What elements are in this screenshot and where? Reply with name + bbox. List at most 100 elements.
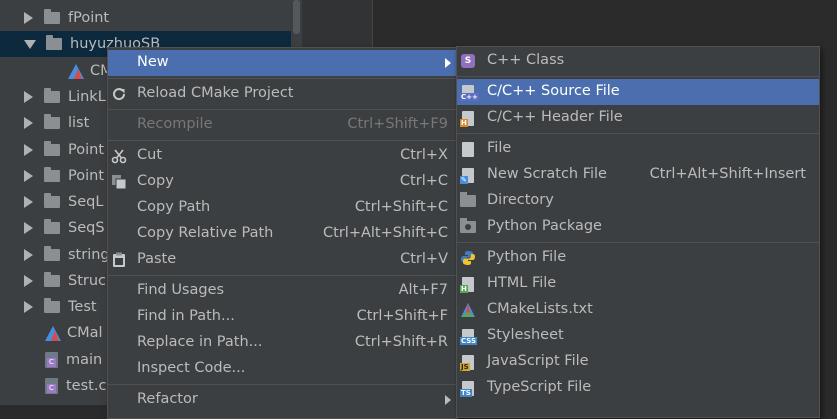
folder-icon xyxy=(44,298,60,313)
collapsed-arrow-icon[interactable] xyxy=(24,249,33,261)
submenu-item-javascript-file[interactable]: JS JavaScript File xyxy=(457,349,819,375)
submenu-item-cpp-class[interactable]: S C++ Class xyxy=(457,48,819,74)
tree-item-label: LinkL xyxy=(68,89,106,105)
cmake-icon xyxy=(68,63,84,79)
cpp-source-icon: C++ xyxy=(460,84,479,101)
python-icon xyxy=(460,250,476,266)
scratch-file-icon: ✎ xyxy=(460,167,476,184)
menu-item-label: Copy Path xyxy=(137,199,211,215)
collapsed-arrow-icon[interactable] xyxy=(24,91,33,103)
submenu-arrow-icon xyxy=(445,58,451,68)
menu-item-shortcut: Ctrl+V xyxy=(400,251,448,267)
collapsed-arrow-icon[interactable] xyxy=(24,12,33,24)
menu-item-copy-path[interactable]: Copy Path Ctrl+Shift+C xyxy=(108,195,457,221)
menu-item-label: New xyxy=(137,54,169,70)
folder-icon xyxy=(44,88,60,103)
menu-separator xyxy=(457,133,819,134)
menu-item-label: JavaScript File xyxy=(487,353,589,369)
folder-icon xyxy=(44,114,60,129)
tree-item-label: Struc xyxy=(68,273,107,289)
tree-item[interactable]: fPoint xyxy=(0,5,291,31)
tree-item-label: list xyxy=(68,115,90,131)
menu-item-label: HTML File xyxy=(487,275,557,291)
submenu-item-html-file[interactable]: H HTML File xyxy=(457,271,819,297)
directory-icon xyxy=(460,192,476,209)
submenu-item-new-scratch-file[interactable]: ✎ New Scratch File Ctrl+Alt+Shift+Insert xyxy=(457,162,819,188)
tree-item-label: Test xyxy=(68,299,97,315)
submenu-item-cmakelists[interactable]: CMakeLists.txt xyxy=(457,297,819,323)
html-icon: H xyxy=(460,276,476,293)
menu-separator xyxy=(108,109,457,110)
collapsed-arrow-icon[interactable] xyxy=(24,196,33,208)
clipboard-icon xyxy=(111,252,127,268)
menu-item-reload-cmake[interactable]: Reload CMake Project xyxy=(108,81,457,107)
menu-item-shortcut: Ctrl+Shift+R xyxy=(354,334,448,350)
submenu-arrow-icon xyxy=(445,395,451,405)
tree-item-label: CMal xyxy=(67,325,103,341)
submenu-item-cpp-source-file[interactable]: C++ C/C++ Source File xyxy=(457,79,819,105)
menu-item-label: Find Usages xyxy=(137,282,225,298)
tree-item-label: Point xyxy=(68,168,105,184)
file-icon xyxy=(460,141,476,157)
tree-item-label: main xyxy=(66,352,103,368)
menu-item-new[interactable]: New xyxy=(108,50,457,76)
copy-icon xyxy=(111,174,127,190)
tree-item-label: Point xyxy=(68,142,105,158)
menu-item-label: Recompile xyxy=(137,116,213,132)
menu-item-refactor[interactable]: Refactor xyxy=(108,387,457,413)
menu-item-shortcut: Alt+F7 xyxy=(398,282,448,298)
submenu-item-stylesheet[interactable]: CSS Stylesheet xyxy=(457,323,819,349)
menu-item-label: C/C++ Source File xyxy=(487,83,620,99)
menu-separator xyxy=(108,140,457,141)
menu-item-label: C++ Class xyxy=(487,52,565,68)
new-submenu: S C++ Class C++ C/C++ Source File H C/C++ Hea… xyxy=(456,46,820,418)
submenu-item-directory[interactable]: Directory xyxy=(457,188,819,214)
submenu-item-file[interactable]: File xyxy=(457,136,819,162)
menu-item-paste[interactable]: Paste Ctrl+V xyxy=(108,247,457,273)
menu-item-label: Copy Relative Path xyxy=(137,225,274,241)
folder-icon xyxy=(44,9,60,24)
python-package-icon xyxy=(460,218,476,235)
collapsed-arrow-icon[interactable] xyxy=(24,275,33,287)
collapsed-arrow-icon[interactable] xyxy=(24,222,33,234)
submenu-item-python-file[interactable]: Python File xyxy=(457,245,819,271)
menu-item-recompile: Recompile Ctrl+Shift+F9 xyxy=(108,112,457,138)
menu-item-inspect-code[interactable]: Inspect Code... xyxy=(108,356,457,382)
collapsed-arrow-icon[interactable] xyxy=(24,117,33,129)
expanded-arrow-icon[interactable] xyxy=(24,39,36,49)
menu-item-cut[interactable]: Cut Ctrl+X xyxy=(108,143,457,169)
menu-item-label: TypeScript File xyxy=(487,379,592,395)
menu-item-copy-relative-path[interactable]: Copy Relative Path Ctrl+Alt+Shift+C xyxy=(108,221,457,247)
javascript-icon: JS xyxy=(460,354,476,371)
cmake-icon xyxy=(460,302,476,318)
menu-item-find-in-path[interactable]: Find in Path... Ctrl+Shift+F xyxy=(108,304,457,330)
collapsed-arrow-icon[interactable] xyxy=(24,170,33,182)
menu-separator xyxy=(108,275,457,276)
menu-item-label: Find in Path... xyxy=(137,308,235,324)
submenu-item-python-package[interactable]: Python Package xyxy=(457,214,819,240)
submenu-item-cpp-header-file[interactable]: H C/C++ Header File xyxy=(457,105,819,131)
tree-item-label: test.c xyxy=(66,378,107,394)
tree-item-label: string xyxy=(68,247,110,263)
menu-item-copy[interactable]: Copy Ctrl+C xyxy=(108,169,457,195)
menu-item-shortcut: Ctrl+Shift+F9 xyxy=(347,116,448,132)
folder-icon xyxy=(44,193,60,208)
submenu-item-typescript-file[interactable]: TS TypeScript File xyxy=(457,375,819,401)
css-icon: CSS xyxy=(460,328,478,345)
collapsed-arrow-icon[interactable] xyxy=(24,144,33,156)
tree-scrollbar-thumb[interactable] xyxy=(293,0,300,34)
cpp-header-icon: H xyxy=(460,110,476,127)
menu-item-label: Replace in Path... xyxy=(137,334,263,350)
tree-item-label: SeqL xyxy=(68,194,104,210)
context-menu: New Reload CMake Project Recompile Ctrl+Shi… xyxy=(107,47,458,419)
menu-item-shortcut: Ctrl+X xyxy=(400,147,448,163)
c-file-icon xyxy=(45,352,58,368)
folder-icon xyxy=(44,272,60,287)
menu-item-label: Python File xyxy=(487,249,567,265)
menu-separator xyxy=(108,78,457,79)
menu-item-find-usages[interactable]: Find Usages Alt+F7 xyxy=(108,278,457,304)
menu-item-shortcut: Ctrl+Shift+C xyxy=(354,199,448,215)
folder-icon xyxy=(44,219,60,234)
collapsed-arrow-icon[interactable] xyxy=(24,301,33,313)
menu-item-replace-in-path[interactable]: Replace in Path... Ctrl+Shift+R xyxy=(108,330,457,356)
